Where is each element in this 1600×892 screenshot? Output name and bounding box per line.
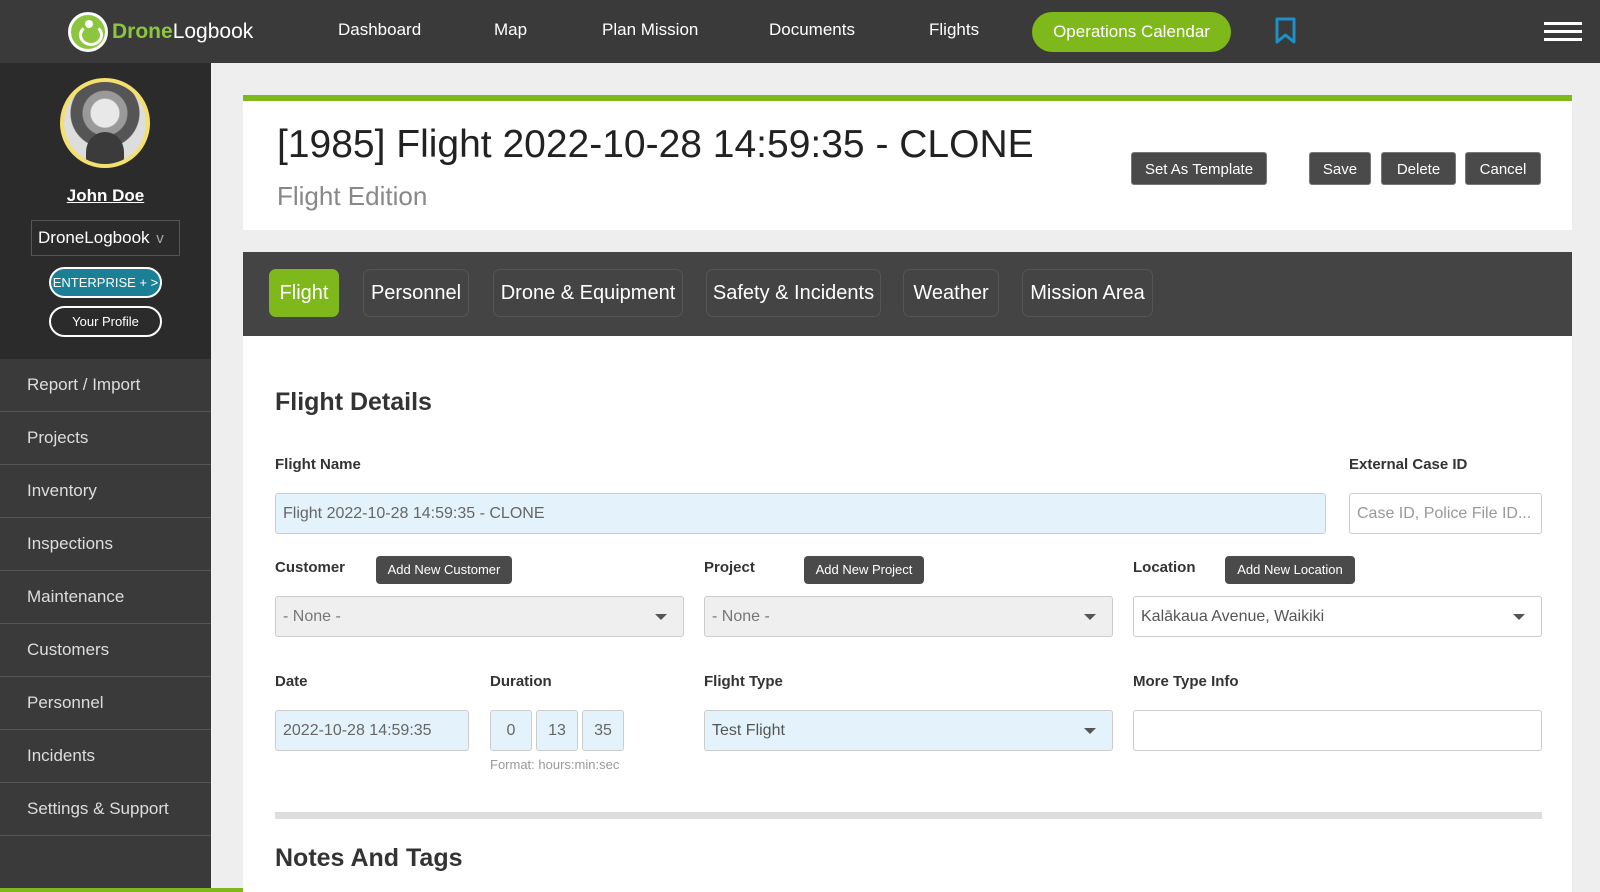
flight-name-label: Flight Name bbox=[275, 456, 361, 473]
location-value: Kalākaua Avenue, Waikiki bbox=[1141, 608, 1325, 625]
external-case-id-label: External Case ID bbox=[1349, 456, 1468, 473]
date-input[interactable]: 2022-10-28 14:59:35 bbox=[275, 710, 469, 751]
org-name: DroneLogbook bbox=[38, 228, 150, 247]
tab-personnel[interactable]: Personnel bbox=[363, 269, 469, 317]
brand-name: DroneLogbook bbox=[112, 20, 254, 43]
add-new-project-button[interactable]: Add New Project bbox=[804, 556, 924, 584]
more-type-info-label: More Type Info bbox=[1133, 673, 1239, 690]
tab-mission-area[interactable]: Mission Area bbox=[1022, 269, 1153, 317]
flight-name-input[interactable]: Flight 2022-10-28 14:59:35 - CLONE bbox=[275, 493, 1326, 534]
page-title: [1985] Flight 2022-10-28 14:59:35 - CLON… bbox=[277, 123, 1034, 166]
section-title-notes-tags: Notes And Tags bbox=[275, 844, 463, 872]
flight-type-select[interactable]: Test Flight bbox=[704, 710, 1113, 751]
chevron-down-icon: v bbox=[156, 230, 164, 247]
nav-operations-calendar[interactable]: Operations Calendar bbox=[1032, 12, 1231, 52]
tab-weather[interactable]: Weather bbox=[903, 269, 999, 317]
your-profile-button[interactable]: Your Profile bbox=[49, 306, 162, 337]
location-select[interactable]: Kalākaua Avenue, Waikiki bbox=[1133, 596, 1542, 637]
tab-safety-incidents[interactable]: Safety & Incidents bbox=[706, 269, 881, 317]
project-value: - None - bbox=[712, 608, 770, 625]
duration-minutes-input[interactable]: 13 bbox=[536, 710, 578, 751]
add-new-customer-button[interactable]: Add New Customer bbox=[376, 556, 512, 584]
sidebar-item-settings-support[interactable]: Settings & Support bbox=[0, 783, 211, 836]
cancel-button[interactable]: Cancel bbox=[1465, 152, 1541, 185]
top-navbar: DroneLogbook Dashboard Map Plan Mission … bbox=[0, 0, 1600, 63]
nav-map[interactable]: Map bbox=[494, 20, 527, 40]
page-subtitle: Flight Edition bbox=[277, 181, 428, 211]
sidebar-item-report-import[interactable]: Report / Import bbox=[0, 359, 211, 412]
hamburger-menu-icon[interactable] bbox=[1544, 22, 1582, 41]
project-select[interactable]: - None - bbox=[704, 596, 1113, 637]
sidebar-profile: John Doe DroneLogbook v ENTERPRISE + > Y… bbox=[0, 63, 211, 359]
drone-logo-icon bbox=[68, 12, 108, 52]
duration-format-hint: Format: hours:min:sec bbox=[490, 757, 620, 772]
duration-seconds-input[interactable]: 35 bbox=[582, 710, 624, 751]
section-title-flight-details: Flight Details bbox=[275, 388, 432, 416]
flight-form: Flight Details Flight Name Flight 2022-1… bbox=[243, 336, 1572, 892]
date-label: Date bbox=[275, 673, 308, 690]
more-type-info-input[interactable] bbox=[1133, 710, 1542, 751]
customer-select[interactable]: - None - bbox=[275, 596, 684, 637]
brand-logo[interactable]: DroneLogbook bbox=[68, 12, 253, 52]
caret-down-icon bbox=[1513, 614, 1525, 620]
org-select[interactable]: DroneLogbook v bbox=[31, 220, 180, 256]
duration-hours-input[interactable]: 0 bbox=[490, 710, 532, 751]
sidebar-item-inventory[interactable]: Inventory bbox=[0, 465, 211, 518]
nav-plan-mission[interactable]: Plan Mission bbox=[602, 20, 698, 40]
bookmark-icon[interactable] bbox=[1275, 17, 1296, 44]
sidebar-item-inspections[interactable]: Inspections bbox=[0, 518, 211, 571]
sidebar-item-personnel[interactable]: Personnel bbox=[0, 677, 211, 730]
project-label: Project bbox=[704, 559, 755, 576]
delete-button[interactable]: Delete bbox=[1381, 152, 1456, 185]
sidebar-item-maintenance[interactable]: Maintenance bbox=[0, 571, 211, 624]
tab-drone-equipment[interactable]: Drone & Equipment bbox=[493, 269, 683, 317]
avatar[interactable] bbox=[60, 78, 150, 168]
flight-type-value: Test Flight bbox=[712, 722, 785, 739]
nav-documents[interactable]: Documents bbox=[769, 20, 855, 40]
add-new-location-button[interactable]: Add New Location bbox=[1225, 556, 1355, 584]
sidebar-item-projects[interactable]: Projects bbox=[0, 412, 211, 465]
enterprise-button[interactable]: ENTERPRISE + > bbox=[49, 267, 162, 298]
location-label: Location bbox=[1133, 559, 1196, 576]
save-button[interactable]: Save bbox=[1309, 152, 1371, 185]
caret-down-icon bbox=[1084, 728, 1096, 734]
nav-dashboard[interactable]: Dashboard bbox=[338, 20, 421, 40]
tabs-bar: Flight Personnel Drone & Equipment Safet… bbox=[243, 252, 1572, 336]
username-link[interactable]: John Doe bbox=[0, 186, 211, 206]
sidebar-item-incidents[interactable]: Incidents bbox=[0, 730, 211, 783]
flight-type-label: Flight Type bbox=[704, 673, 783, 690]
duration-label: Duration bbox=[490, 673, 552, 690]
external-case-id-input[interactable]: Case ID, Police File ID... bbox=[1349, 493, 1542, 534]
caret-down-icon bbox=[655, 614, 667, 620]
sidebar: John Doe DroneLogbook v ENTERPRISE + > Y… bbox=[0, 63, 211, 892]
customer-label: Customer bbox=[275, 559, 346, 576]
sidebar-item-customers[interactable]: Customers bbox=[0, 624, 211, 677]
main-content: [1985] Flight 2022-10-28 14:59:35 - CLON… bbox=[211, 63, 1600, 892]
set-as-template-button[interactable]: Set As Template bbox=[1131, 152, 1267, 185]
page-header: [1985] Flight 2022-10-28 14:59:35 - CLON… bbox=[243, 95, 1572, 230]
section-divider bbox=[275, 812, 1542, 819]
nav-flights[interactable]: Flights bbox=[929, 20, 979, 40]
customer-value: - None - bbox=[283, 608, 341, 625]
caret-down-icon bbox=[1084, 614, 1096, 620]
tab-flight[interactable]: Flight bbox=[269, 269, 339, 317]
